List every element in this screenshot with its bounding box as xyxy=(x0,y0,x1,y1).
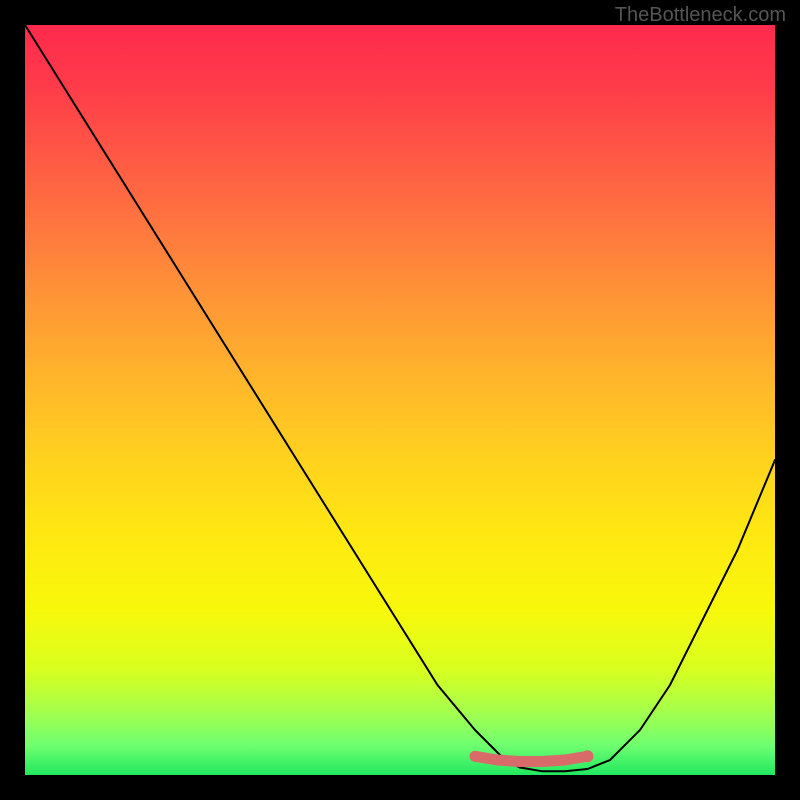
bottleneck-curve-path xyxy=(25,25,775,771)
chart-svg xyxy=(25,25,775,775)
plot-area xyxy=(25,25,775,775)
watermark-text: TheBottleneck.com xyxy=(615,4,786,27)
flat-marker-path xyxy=(475,756,588,761)
marker-end-dot xyxy=(582,750,594,762)
